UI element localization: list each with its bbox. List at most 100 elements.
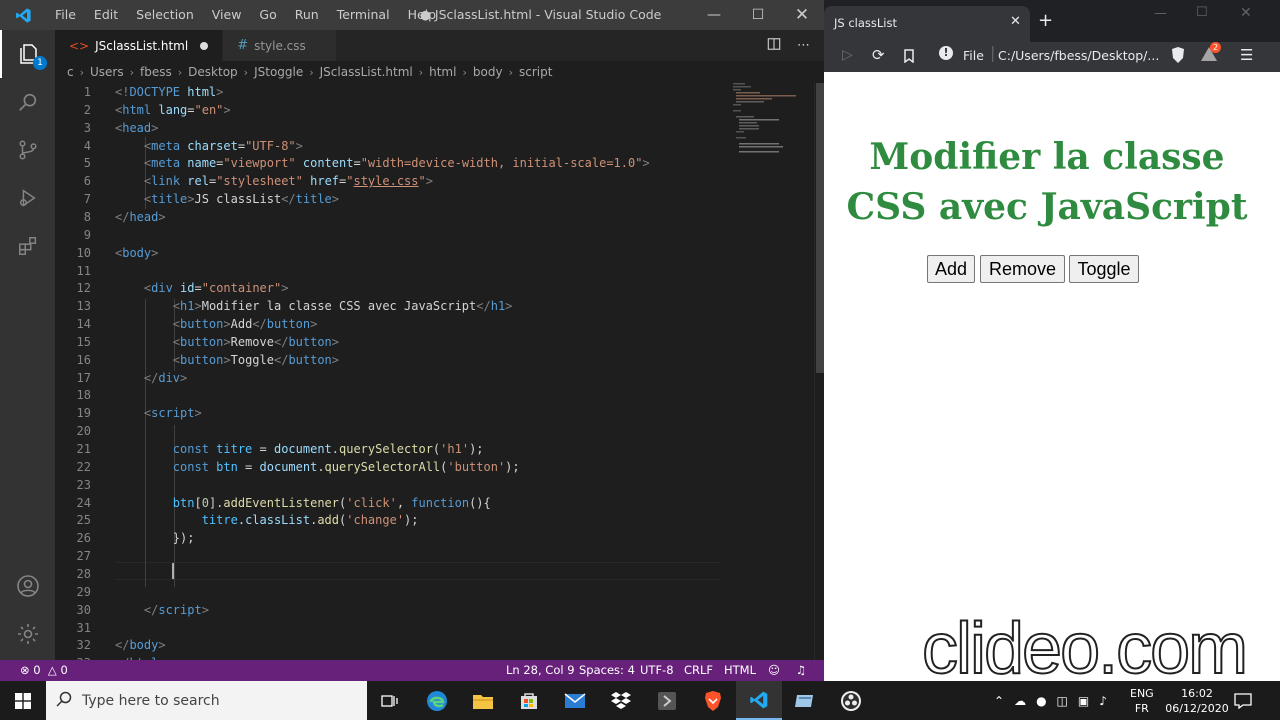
menu-go[interactable]: Go: [250, 0, 285, 30]
clock[interactable]: 16:02 06/12/2020: [1164, 681, 1230, 720]
code-token: ,: [396, 495, 412, 510]
network-icon[interactable]: ◫: [1057, 694, 1068, 708]
show-hidden-icons-icon[interactable]: ⌃: [994, 694, 1004, 708]
menu-run[interactable]: Run: [286, 0, 328, 30]
indentation[interactable]: Spaces: 4: [579, 660, 635, 681]
onedrive-icon[interactable]: ☁: [1014, 694, 1026, 708]
line-number: 25: [76, 513, 91, 528]
search-icon[interactable]: [0, 78, 55, 126]
reload-icon[interactable]: ⟳: [872, 46, 885, 64]
code-token: >: [331, 334, 340, 349]
chevron-right-icon: ›: [309, 65, 314, 79]
app-icon[interactable]: [644, 681, 690, 720]
code-token: >: [295, 138, 303, 153]
windows-start-icon[interactable]: [0, 681, 46, 720]
code-token: ": [418, 174, 426, 189]
breadcrumb-item[interactable]: JStoggle: [254, 65, 303, 79]
more-actions-icon[interactable]: ⋯: [797, 38, 810, 53]
run-debug-icon[interactable]: [0, 174, 55, 222]
account-icon[interactable]: [0, 562, 55, 610]
breadcrumb-item[interactable]: script: [519, 65, 552, 79]
browser-menu-icon[interactable]: ☰: [1240, 46, 1253, 64]
brave-browser-icon[interactable]: [690, 681, 736, 720]
menu-edit[interactable]: Edit: [85, 0, 127, 30]
brave-rewards-icon[interactable]: 2: [1200, 42, 1221, 66]
breadcrumb-item[interactable]: Desktop: [188, 65, 238, 79]
browser-minimize-icon[interactable]: —: [1154, 6, 1167, 21]
close-button[interactable]: ✕: [780, 0, 824, 30]
browser-maximize-icon[interactable]: ☐: [1196, 5, 1208, 20]
split-editor-icon[interactable]: [767, 37, 781, 55]
line-number: 30: [76, 602, 91, 617]
code-editor[interactable]: 1 <!DOCTYPE html> 2 <html lang="en"> 3 <head>…: [55, 83, 824, 660]
maximize-button[interactable]: ☐: [736, 0, 780, 30]
browser-close-icon[interactable]: ✕: [1240, 5, 1252, 21]
code-token: );: [404, 513, 419, 528]
new-tab-icon[interactable]: +: [1038, 10, 1053, 31]
menu-selection[interactable]: Selection: [127, 0, 203, 30]
source-control-icon[interactable]: [0, 126, 55, 174]
display-icon[interactable]: ▣: [1078, 694, 1089, 708]
minimap[interactable]: [731, 83, 811, 153]
extensions-icon[interactable]: [0, 222, 55, 270]
code-line: 20: [55, 422, 735, 440]
feedback-icon[interactable]: ☺: [768, 660, 780, 681]
obs-studio-icon[interactable]: [828, 681, 874, 720]
dropbox-icon[interactable]: [598, 681, 644, 720]
add-button[interactable]: Add: [927, 255, 975, 283]
code-token: >: [194, 299, 202, 314]
settings-gear-icon[interactable]: [0, 610, 55, 658]
code-line: 9: [55, 226, 735, 244]
language-indicator[interactable]: ENG FR: [1130, 681, 1154, 720]
bookmark-icon[interactable]: [904, 48, 914, 67]
brave-shield-icon[interactable]: [1170, 46, 1186, 68]
tab-style-css[interactable]: # style.css: [223, 30, 337, 61]
breadcrumb-item[interactable]: body: [473, 65, 503, 79]
address-bar[interactable]: C:/Users/fbess/Desktop/...: [998, 48, 1159, 63]
file-explorer-icon[interactable]: [460, 681, 506, 720]
breadcrumb-drive[interactable]: c: [67, 65, 74, 79]
line-number: 8: [83, 209, 91, 224]
mail-icon[interactable]: [552, 681, 598, 720]
notifications-bell-icon[interactable]: ♫: [796, 660, 806, 681]
toggle-button[interactable]: Toggle: [1069, 255, 1139, 283]
breadcrumb-item[interactable]: JSclassList.html: [320, 65, 413, 79]
remove-button[interactable]: Remove: [980, 255, 1065, 283]
editor-scrollbar[interactable]: [814, 83, 824, 660]
breadcrumb-item[interactable]: Users: [90, 65, 124, 79]
menu-terminal[interactable]: Terminal: [328, 0, 399, 30]
tab-close-icon[interactable]: ✕: [1010, 14, 1021, 29]
cursor-position[interactable]: Ln 28, Col 9: [506, 660, 575, 681]
taskbar-search[interactable]: Type here to search: [46, 681, 367, 720]
css-file-icon: #: [237, 38, 249, 53]
vscode-taskbar-icon[interactable]: [736, 681, 782, 720]
line-ending[interactable]: CRLF: [684, 660, 713, 681]
problems-indicator[interactable]: ⊗ 0 △ 0: [20, 660, 68, 681]
browser-tab[interactable]: JS classList ✕: [824, 6, 1030, 42]
microphone-icon[interactable]: ●: [1036, 694, 1046, 708]
breadcrumb-item[interactable]: fbess: [140, 65, 172, 79]
code-token: >: [187, 192, 195, 207]
language-mode[interactable]: HTML: [724, 660, 756, 681]
unsaved-dot-icon[interactable]: [200, 41, 209, 50]
microsoft-store-icon[interactable]: [506, 681, 552, 720]
editor-tab-bar: <> JSclassList.html # style.css ⋯: [55, 30, 824, 61]
edge-icon[interactable]: [414, 681, 460, 720]
site-info-icon[interactable]: !: [939, 46, 953, 60]
tab-jsclasslist-html[interactable]: <> JSclassList.html: [55, 30, 224, 61]
code-token: Add: [230, 317, 253, 332]
warning-count: 0: [60, 663, 68, 677]
explorer-icon[interactable]: 1: [0, 30, 55, 78]
menu-file[interactable]: File: [46, 0, 85, 30]
encoding[interactable]: UTF-8: [640, 660, 674, 681]
task-view-icon[interactable]: [367, 681, 413, 720]
line-number: 12: [76, 281, 91, 296]
back-icon[interactable]: ▷: [842, 47, 853, 63]
camera-app-icon[interactable]: [782, 681, 828, 720]
breadcrumb-item[interactable]: html: [429, 65, 456, 79]
action-center-icon[interactable]: [1234, 681, 1252, 720]
menu-view[interactable]: View: [203, 0, 251, 30]
minimize-button[interactable]: —: [692, 0, 736, 30]
scrollbar-thumb[interactable]: [816, 83, 824, 373]
volume-icon[interactable]: ♪: [1099, 694, 1107, 708]
